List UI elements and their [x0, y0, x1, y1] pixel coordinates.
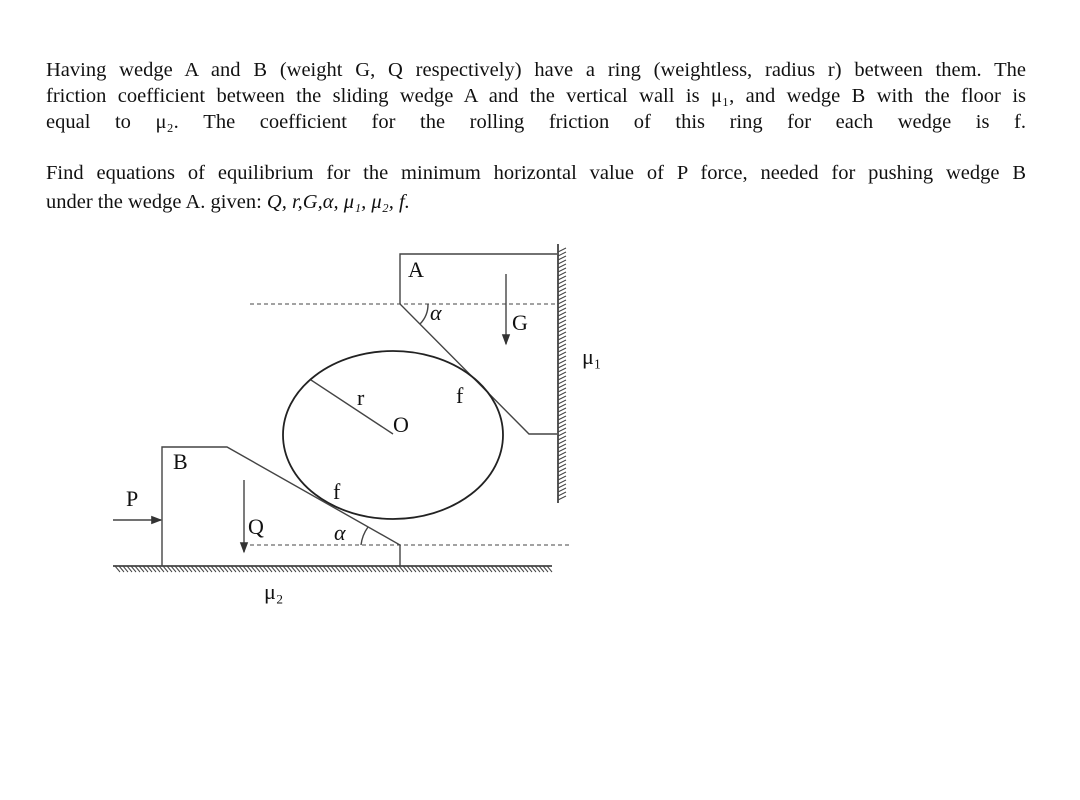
- hatch-mark: [557, 283, 567, 289]
- hatch-mark: [557, 343, 567, 349]
- hatch-mark: [557, 439, 567, 445]
- hatch-mark: [557, 267, 567, 273]
- hatch-mark: [557, 251, 567, 257]
- hatch-mark: [557, 411, 567, 417]
- hatch-mark: [557, 479, 567, 485]
- label-wedge-a: A: [408, 257, 424, 282]
- hatch-mark: [557, 455, 567, 461]
- hatch-mark: [557, 379, 567, 385]
- hatch-mark: [557, 483, 567, 489]
- hatch-mark: [557, 387, 567, 393]
- hatch-mark: [557, 319, 567, 325]
- hatch-mark: [557, 419, 567, 425]
- hatch-mark: [557, 263, 567, 269]
- hatch-mark: [557, 383, 567, 389]
- hatch-mark: [557, 303, 567, 309]
- hatch-mark: [557, 363, 567, 369]
- wedge-ring-diagram: A B P Q G r O f f α α μ₁ μ₂: [113, 244, 601, 604]
- floor-hatching: [114, 565, 553, 573]
- hatch-mark: [557, 255, 567, 261]
- hatch-mark: [557, 403, 567, 409]
- hatch-mark: [557, 327, 567, 333]
- hatch-mark: [557, 279, 567, 285]
- hatch-mark: [557, 395, 567, 401]
- hatch-mark: [557, 399, 567, 405]
- hatch-mark: [557, 407, 567, 413]
- label-force-p: P: [126, 486, 138, 511]
- radius-line: [310, 379, 394, 435]
- hatch-mark: [557, 351, 567, 357]
- hatch-mark: [557, 291, 567, 297]
- hatch-mark: [557, 459, 567, 465]
- hatch-mark: [557, 467, 567, 473]
- label-friction-bottom: f: [333, 479, 341, 504]
- hatch-mark: [557, 463, 567, 469]
- hatch-mark: [557, 475, 567, 481]
- hatch-mark: [557, 311, 567, 317]
- hatch-mark: [557, 451, 567, 457]
- wedge-b: [161, 446, 401, 566]
- label-wall-friction: μ₁: [582, 344, 601, 369]
- wall-hatching: [557, 247, 567, 501]
- hatch-mark: [557, 307, 567, 313]
- hatch-mark: [557, 443, 567, 449]
- hatch-mark: [557, 331, 567, 337]
- label-angle-bottom: α: [334, 520, 346, 545]
- label-radius: r: [357, 385, 365, 410]
- hatch-mark: [557, 415, 567, 421]
- hatch-mark: [557, 487, 567, 493]
- angle-arc-bottom: [360, 526, 369, 546]
- label-center: O: [393, 412, 409, 437]
- angle-arc-top: [419, 303, 429, 325]
- hatch-mark: [557, 299, 567, 305]
- hatch-mark: [557, 295, 567, 301]
- label-floor-friction: μ₂: [264, 579, 283, 604]
- hatch-mark: [557, 315, 567, 321]
- label-friction-top: f: [456, 383, 464, 408]
- hatch-mark: [557, 355, 567, 361]
- hatch-mark: [557, 335, 567, 341]
- hatch-mark: [557, 259, 567, 265]
- hatch-mark: [557, 323, 567, 329]
- hatch-mark: [557, 339, 567, 345]
- label-angle-top: α: [430, 300, 442, 325]
- hatch-mark: [557, 371, 567, 377]
- hatch-mark: [557, 427, 567, 433]
- hatch-mark: [557, 367, 567, 373]
- hatch-mark: [557, 423, 567, 429]
- hatch-mark: [557, 375, 567, 381]
- hatch-mark: [557, 287, 567, 293]
- label-weight-g: G: [512, 310, 528, 335]
- hatch-mark: [557, 447, 567, 453]
- hatch-mark: [557, 491, 567, 497]
- hatch-mark: [557, 495, 567, 501]
- hatch-mark: [557, 347, 567, 353]
- hatch-mark: [557, 471, 567, 477]
- label-weight-q: Q: [248, 514, 264, 539]
- hatch-mark: [557, 435, 567, 441]
- hatch-mark: [557, 359, 567, 365]
- hatch-mark: [557, 431, 567, 437]
- hatch-mark: [557, 391, 567, 397]
- label-wedge-b: B: [173, 449, 188, 474]
- hatch-mark: [557, 247, 567, 253]
- hatch-mark: [557, 271, 567, 277]
- hatch-mark: [557, 275, 567, 281]
